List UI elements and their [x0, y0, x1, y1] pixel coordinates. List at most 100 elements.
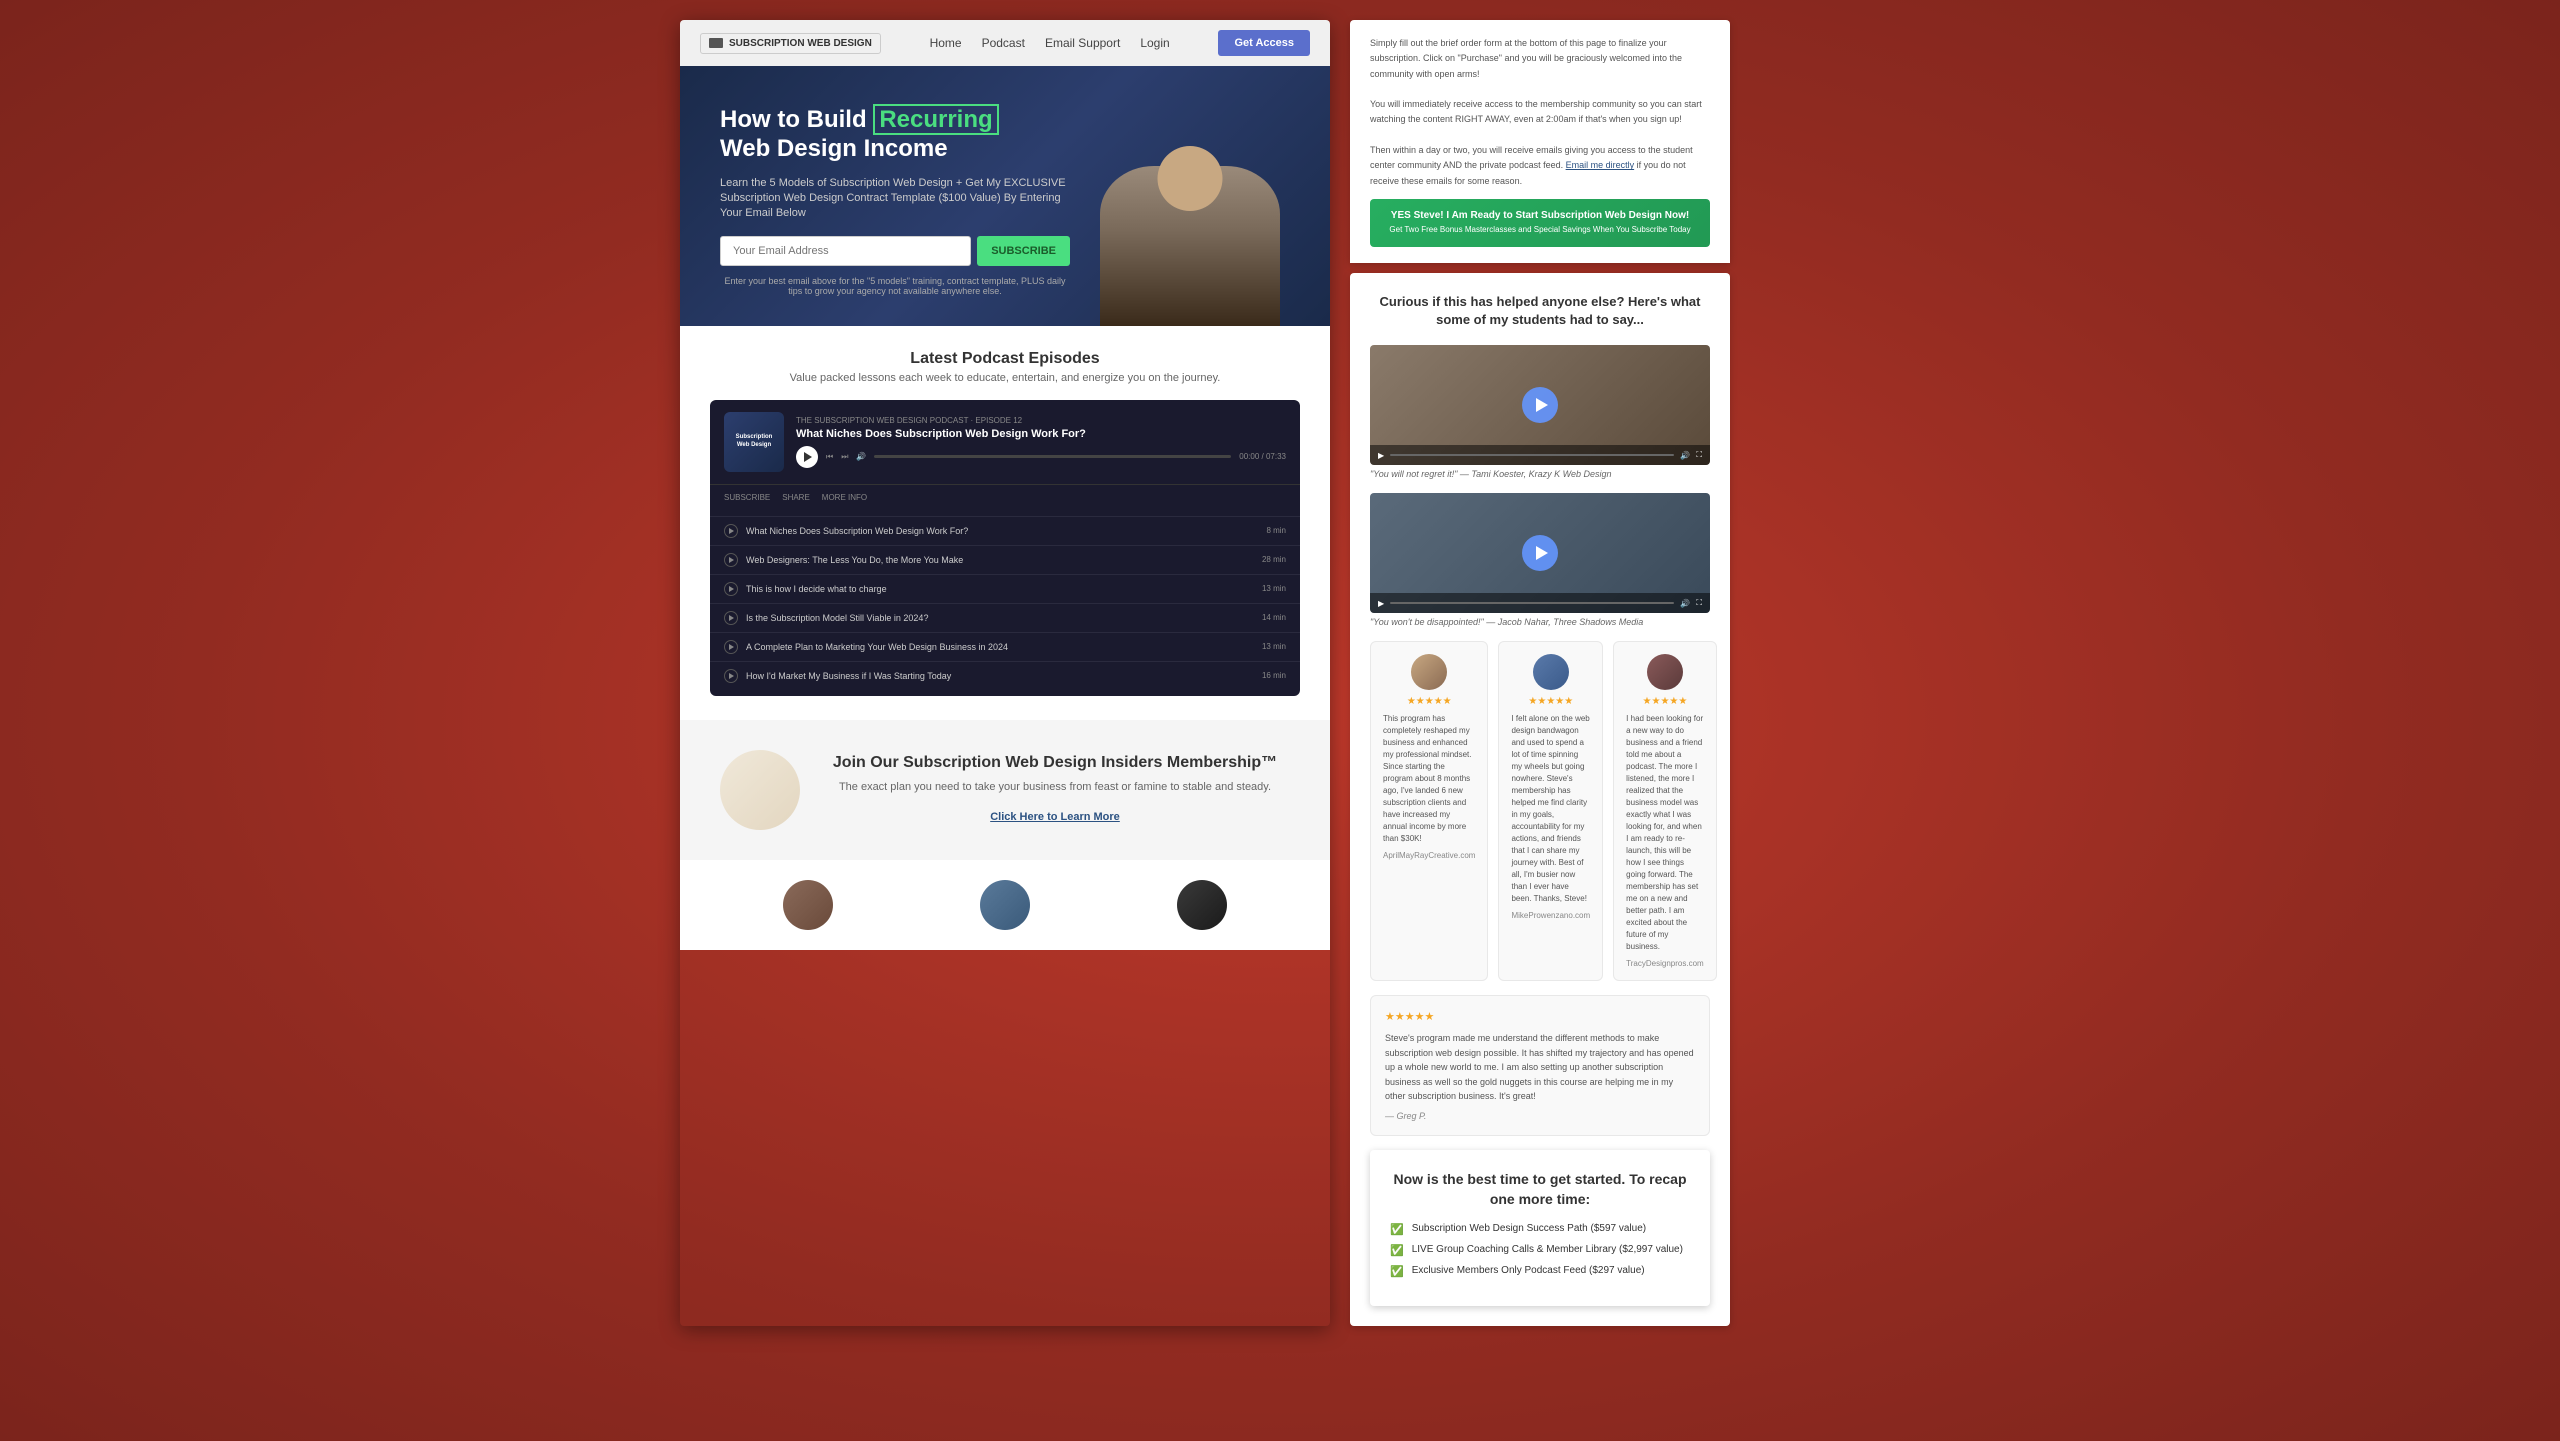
- testimonial-author-3: TracyDesignpros.com: [1626, 959, 1704, 968]
- list-item: This is how I decide what to charge 13 m…: [710, 574, 1300, 603]
- recap-text-2: LIVE Group Coaching Calls & Member Libra…: [1412, 1244, 1683, 1255]
- podcast-section: Latest Podcast Episodes Value packed les…: [680, 326, 1330, 720]
- back-icon[interactable]: ⏮: [826, 452, 833, 462]
- list-play-6[interactable]: [724, 669, 738, 683]
- recap-check-3: ✅: [1390, 1265, 1404, 1278]
- video-ctrl-full-1[interactable]: ⛶: [1696, 450, 1702, 460]
- nav-podcast[interactable]: Podcast: [982, 36, 1025, 50]
- recap-text-3: Exclusive Members Only Podcast Feed ($29…: [1412, 1265, 1645, 1276]
- nav-login[interactable]: Login: [1140, 36, 1169, 50]
- subscribe-button[interactable]: SUBSCRIBE: [977, 236, 1070, 266]
- video-play-icon-1: [1536, 398, 1548, 412]
- brand-label: SUBSCRIPTION WEB DESIGN: [729, 38, 872, 49]
- episode-duration-4: 14 min: [1262, 613, 1286, 622]
- episode-title-5[interactable]: A Complete Plan to Marketing Your Web De…: [746, 642, 1254, 652]
- list-play-2[interactable]: [724, 553, 738, 567]
- recap-check-2: ✅: [1390, 1244, 1404, 1257]
- list-play-1[interactable]: [724, 524, 738, 538]
- large-testimonial-stars: ★★★★★: [1385, 1010, 1695, 1023]
- email-form: SUBSCRIBE: [720, 236, 1070, 266]
- video-caption-2: "You won't be disappointed!" — Jacob Nah…: [1370, 617, 1710, 627]
- list-item: What Niches Does Subscription Web Design…: [710, 516, 1300, 545]
- list-item: How I'd Market My Business if I Was Star…: [710, 661, 1300, 690]
- get-access-button[interactable]: Get Access: [1218, 30, 1310, 56]
- video-play-button-2[interactable]: [1522, 535, 1558, 571]
- video-play-icon-2: [1536, 546, 1548, 560]
- episode-duration-3: 13 min: [1262, 584, 1286, 593]
- membership-content: Join Our Subscription Web Design Insider…: [820, 754, 1290, 825]
- hero-title-highlight: Recurring: [873, 104, 998, 135]
- email-input[interactable]: [720, 236, 971, 266]
- video-ctrl-play-1[interactable]: ▶: [1378, 451, 1384, 460]
- video-controls-bar-2: ▶ 🔊 ⛶: [1370, 593, 1710, 613]
- time-display: 00:00 / 07:33: [1239, 452, 1286, 461]
- membership-title: Join Our Subscription Web Design Insider…: [820, 754, 1290, 772]
- recap-item-1: ✅ Subscription Web Design Success Path (…: [1390, 1223, 1690, 1236]
- text-testimonial-1: ★★★★★ This program has completely reshap…: [1370, 641, 1488, 981]
- recap-item-2: ✅ LIVE Group Coaching Calls & Member Lib…: [1390, 1244, 1690, 1257]
- learn-more-button[interactable]: Click Here to Learn More: [990, 811, 1120, 823]
- testimonial-avatar-1: [1411, 654, 1447, 690]
- forward-icon[interactable]: ⏭: [841, 452, 848, 462]
- list-item: Web Designers: The Less You Do, the More…: [710, 545, 1300, 574]
- membership-decorative: [720, 750, 800, 830]
- recap-text-1: Subscription Web Design Success Path ($5…: [1412, 1223, 1646, 1234]
- video-ctrl-vol-1[interactable]: 🔊: [1680, 451, 1690, 460]
- video-ctrl-full-2[interactable]: ⛶: [1696, 598, 1702, 608]
- video-ctrl-vol-2[interactable]: 🔊: [1680, 599, 1690, 608]
- yes-ready-label: YES Steve! I Am Ready to Start Subscript…: [1391, 210, 1689, 221]
- episode-title-2[interactable]: Web Designers: The Less You Do, the More…: [746, 555, 1254, 565]
- testimonials-section: Curious if this has helped anyone else? …: [1350, 273, 1730, 1327]
- list-item: Is the Subscription Model Still Viable i…: [710, 603, 1300, 632]
- episode-title-3[interactable]: This is how I decide what to charge: [746, 584, 1254, 594]
- podcast-player: SubscriptionWeb Design THE SUBSCRIPTION …: [710, 400, 1300, 696]
- recap-item-3: ✅ Exclusive Members Only Podcast Feed ($…: [1390, 1265, 1690, 1278]
- podcast-actions: SUBSCRIBE SHARE MORE INFO: [710, 484, 1300, 510]
- email-link[interactable]: Email me directly: [1566, 160, 1635, 170]
- play-button[interactable]: [796, 446, 818, 468]
- yes-ready-button[interactable]: YES Steve! I Am Ready to Start Subscript…: [1370, 199, 1710, 247]
- large-testimonial-author: — Greg P.: [1385, 1111, 1695, 1121]
- episode-title-6[interactable]: How I'd Market My Business if I Was Star…: [746, 671, 1254, 681]
- episode-duration-6: 16 min: [1262, 671, 1286, 680]
- avatar-3: [1177, 880, 1227, 930]
- testimonial-author-2: MikeProwenzano.com: [1511, 911, 1590, 920]
- text-testimonial-2: ★★★★★ I felt alone on the web design ban…: [1498, 641, 1603, 981]
- podcast-label: THE SUBSCRIPTION WEB DESIGN PODCAST · EP…: [796, 416, 1286, 425]
- testimonial-text-1: This program has completely reshaped my …: [1383, 713, 1475, 845]
- podcast-section-title: Latest Podcast Episodes: [710, 350, 1300, 368]
- share-action[interactable]: SHARE: [782, 493, 810, 502]
- testimonial-avatar-2: [1533, 654, 1569, 690]
- testimonial-stars-3: ★★★★★: [1626, 696, 1704, 707]
- testimonials-title: Curious if this has helped anyone else? …: [1370, 293, 1710, 329]
- more-info-action[interactable]: MORE INFO: [822, 493, 867, 502]
- list-play-5[interactable]: [724, 640, 738, 654]
- recap-check-1: ✅: [1390, 1223, 1404, 1236]
- episode-title-1[interactable]: What Niches Does Subscription Web Design…: [746, 526, 1258, 536]
- video-testimonial-2: ▶ 🔊 ⛶ "You won't be disappointed!" — Jac…: [1370, 493, 1710, 627]
- testimonial-stars-1: ★★★★★: [1383, 696, 1475, 707]
- episode-title-4[interactable]: Is the Subscription Model Still Viable i…: [746, 613, 1254, 623]
- progress-bar-container[interactable]: [874, 455, 1231, 458]
- nav-email-support[interactable]: Email Support: [1045, 36, 1120, 50]
- list-play-4[interactable]: [724, 611, 738, 625]
- video-play-button-1[interactable]: [1522, 387, 1558, 423]
- video-progress-1: [1390, 454, 1674, 456]
- hero-image: [1090, 126, 1290, 326]
- video-thumb-2: ▶ 🔊 ⛶: [1370, 493, 1710, 613]
- video-thumb-1: ▶ 🔊 ⛶: [1370, 345, 1710, 465]
- text-testimonial-3: ★★★★★ I had been looking for a new way t…: [1613, 641, 1717, 981]
- nav-home[interactable]: Home: [930, 36, 962, 50]
- list-play-3[interactable]: [724, 582, 738, 596]
- podcast-info: THE SUBSCRIPTION WEB DESIGN PODCAST · EP…: [796, 416, 1286, 468]
- video-ctrl-play-2[interactable]: ▶: [1378, 599, 1384, 608]
- navbar-brand[interactable]: SUBSCRIPTION WEB DESIGN: [700, 33, 881, 54]
- avatar-2: [980, 880, 1030, 930]
- podcast-player-header: SubscriptionWeb Design THE SUBSCRIPTION …: [710, 400, 1300, 484]
- large-testimonial-text: Steve's program made me understand the d…: [1385, 1031, 1695, 1103]
- avatars-row: [680, 860, 1330, 950]
- subscribe-action[interactable]: SUBSCRIBE: [724, 493, 770, 502]
- brand-icon: [709, 38, 723, 48]
- volume-icon[interactable]: 🔊: [856, 452, 866, 461]
- navbar: SUBSCRIPTION WEB DESIGN Home Podcast Ema…: [680, 20, 1330, 66]
